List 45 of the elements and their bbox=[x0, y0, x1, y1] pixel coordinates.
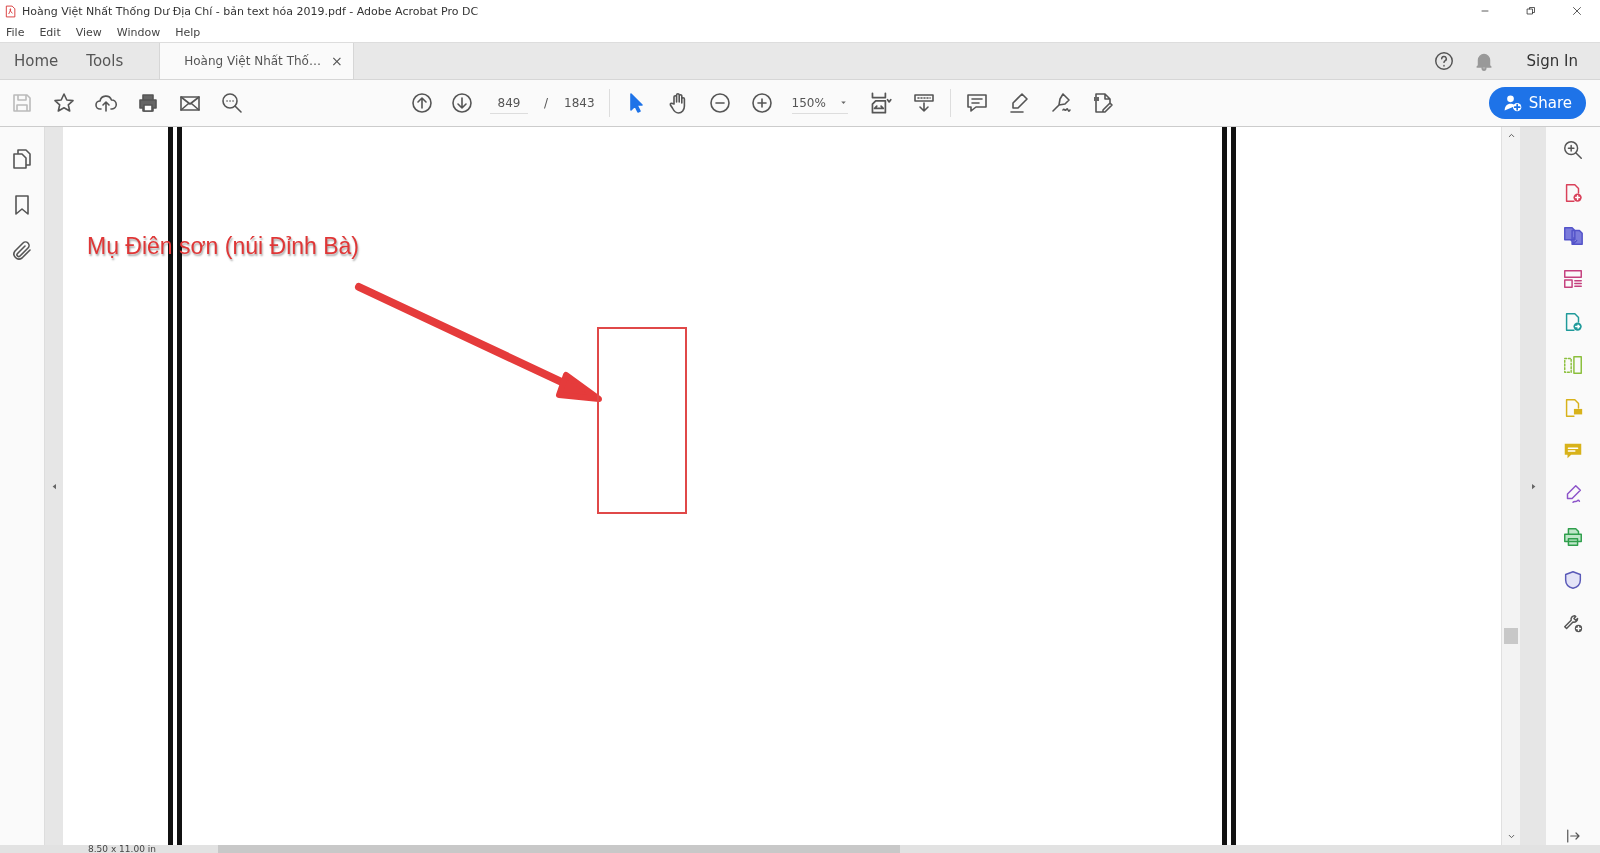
menu-item[interactable]: Edit bbox=[39, 25, 61, 39]
scroll-mode-icon[interactable] bbox=[911, 91, 936, 115]
printer-icon[interactable] bbox=[136, 91, 160, 115]
sign-in-link[interactable]: Sign In bbox=[1526, 52, 1578, 70]
zoom-level-field[interactable]: 150% bbox=[791, 92, 848, 114]
pages-icon[interactable] bbox=[10, 147, 34, 171]
collapse-panel-icon[interactable] bbox=[1564, 827, 1582, 845]
close-tab-button[interactable]: × bbox=[330, 53, 343, 69]
help-icon[interactable] bbox=[1432, 50, 1455, 72]
shield-icon[interactable] bbox=[1562, 569, 1584, 591]
restore-icon[interactable] bbox=[1525, 5, 1537, 17]
pdf-file-icon bbox=[4, 4, 17, 18]
scrollbar-thumb[interactable] bbox=[1504, 628, 1518, 644]
menu-item[interactable]: Help bbox=[175, 25, 201, 39]
layout-icon[interactable] bbox=[1562, 268, 1584, 290]
zoom-search-icon[interactable] bbox=[1562, 139, 1584, 161]
star-icon[interactable] bbox=[52, 91, 76, 115]
wrench-plus-icon[interactable] bbox=[1562, 612, 1584, 634]
menu-item[interactable]: View bbox=[75, 25, 102, 39]
zoom-out-icon[interactable] bbox=[707, 91, 732, 115]
zoom-in-icon[interactable] bbox=[749, 91, 774, 115]
share-button[interactable]: Share bbox=[1488, 87, 1586, 119]
arrow-down-circle-icon[interactable] bbox=[450, 91, 474, 115]
document-export-icon[interactable] bbox=[1562, 225, 1584, 247]
arrow-up-circle-icon[interactable] bbox=[410, 91, 434, 115]
horizontal-scrollbar[interactable] bbox=[218, 845, 900, 853]
window-title: Hoàng Việt Nhất Thống Dư Địa Chí - bản text hóa 2019.pdf - Adobe Acrobat Pro DC bbox=[22, 4, 479, 18]
menu-item[interactable]: Window bbox=[116, 25, 161, 39]
caret-icon[interactable] bbox=[838, 98, 848, 107]
paperclip-icon[interactable] bbox=[10, 239, 34, 263]
add-person-icon bbox=[1502, 93, 1523, 113]
nav-tab[interactable]: Home bbox=[0, 43, 73, 79]
scroll-up-icon[interactable] bbox=[1506, 131, 1516, 140]
search-icon[interactable] bbox=[220, 91, 244, 115]
printer-scan-icon[interactable] bbox=[1562, 526, 1584, 548]
document-tab[interactable]: Hoàng Việt Nhất Thố… × bbox=[159, 43, 354, 79]
page-number-field[interactable]: 849 bbox=[490, 92, 528, 114]
close-icon[interactable] bbox=[1571, 5, 1583, 17]
menu-item[interactable]: File bbox=[6, 25, 25, 39]
scroll-down-icon[interactable] bbox=[1506, 832, 1516, 841]
nav-tab[interactable]: Tools bbox=[72, 43, 138, 79]
page-size-label: 8.50 x 11.00 in bbox=[87, 845, 157, 853]
page-total: 1843 bbox=[564, 96, 595, 110]
page-separator: / bbox=[544, 96, 549, 110]
comment-icon[interactable] bbox=[964, 91, 989, 115]
